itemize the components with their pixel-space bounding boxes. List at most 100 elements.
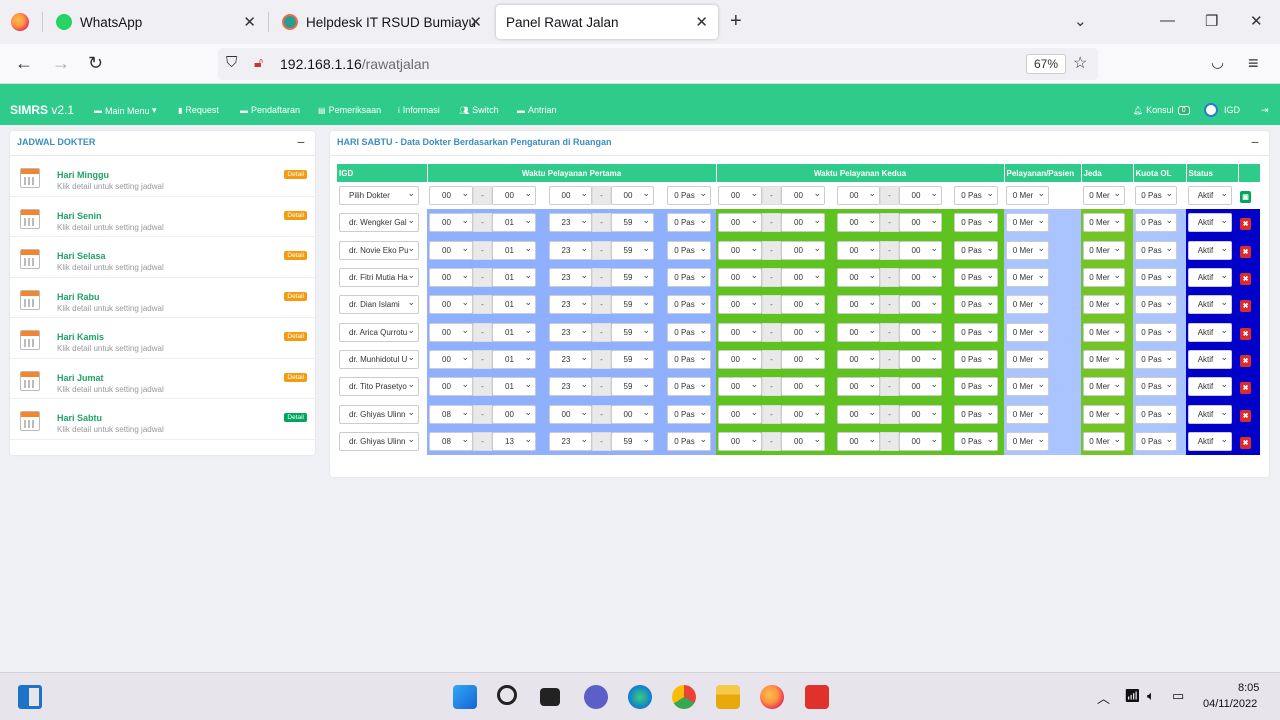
delete-icon[interactable]: ✖ <box>1240 327 1251 340</box>
select-field[interactable]: 23 <box>549 349 592 369</box>
select-field[interactable]: 0 Pas <box>1135 213 1177 233</box>
select-field[interactable]: 0 Mer <box>1083 322 1125 342</box>
select-field[interactable]: 00 <box>781 404 825 424</box>
menu-pendaftaran[interactable]: ▬ Pendaftaran <box>240 105 300 115</box>
select-field[interactable]: 00 <box>837 322 880 342</box>
select-field[interactable]: 0 Pas <box>1135 431 1177 451</box>
select-field[interactable]: 00 <box>781 295 825 315</box>
select-field[interactable]: 01 <box>492 213 536 233</box>
select-field[interactable]: 00 <box>899 240 942 260</box>
select-field[interactable]: 00 <box>837 186 880 206</box>
select-field[interactable]: 00 <box>837 404 880 424</box>
schedule-item[interactable]: Hari Selasa Klik detail untuk setting jad… <box>10 237 315 278</box>
select-field[interactable]: 0 Pas <box>667 213 711 233</box>
select-field[interactable]: dr. Ghiyas Ulinn <box>339 404 419 424</box>
select-field[interactable]: 59 <box>611 213 654 233</box>
select-field[interactable]: 0 Pas <box>954 322 998 342</box>
select-field[interactable]: 0 Pas <box>667 377 711 397</box>
select-field[interactable]: 0 Pas <box>954 186 998 206</box>
detail-button[interactable]: Detail <box>284 170 307 179</box>
select-field[interactable]: 0 Mer <box>1083 377 1125 397</box>
back-arrow-icon[interactable]: ← <box>15 53 33 74</box>
select-field[interactable]: 59 <box>611 240 654 260</box>
select-field[interactable]: 00 <box>429 377 473 397</box>
bookmark-star-icon[interactable]: ☆ <box>1073 53 1087 73</box>
select-field[interactable]: 23 <box>549 268 592 288</box>
select-field[interactable]: 00 <box>781 322 825 342</box>
select-field[interactable]: Pilih Dokter <box>339 186 419 206</box>
select-field[interactable]: 0 Mer <box>1006 268 1049 288</box>
konsul-menu[interactable]: 🔔︎ Konsul 0 <box>1133 105 1190 115</box>
select-field[interactable]: 0 Mer <box>1083 213 1125 233</box>
select-field[interactable]: 00 <box>718 268 762 288</box>
logout-icon[interactable]: ⇥ <box>1261 105 1269 116</box>
select-field[interactable]: 00 <box>718 322 762 342</box>
detail-button[interactable]: Detail <box>284 251 307 260</box>
select-field[interactable]: 0 Pas <box>667 240 711 260</box>
select-field[interactable]: 00 <box>549 186 592 206</box>
brand[interactable]: SIMRS v2.1 <box>10 103 74 117</box>
select-field[interactable]: 0 Mer <box>1083 240 1125 260</box>
select-field[interactable]: 00 <box>899 213 942 233</box>
edge-icon[interactable] <box>628 685 652 709</box>
select-field[interactable]: 0 Pas <box>954 213 998 233</box>
select-field[interactable]: 0 Mer <box>1006 431 1049 451</box>
select-field[interactable]: 0 Pas <box>667 322 711 342</box>
schedule-day[interactable]: Hari Kamis <box>57 332 104 342</box>
select-field[interactable]: 0 Mer <box>1083 268 1125 288</box>
select-field[interactable]: 00 <box>718 186 762 206</box>
select-field[interactable]: 00 <box>781 186 825 206</box>
select-field[interactable]: 0 Mer <box>1006 213 1049 233</box>
select-field[interactable]: dr. Arica Qurrotu <box>339 322 419 342</box>
select-field[interactable]: 0 Pas <box>954 268 998 288</box>
select-field[interactable]: 59 <box>611 349 654 369</box>
select-field[interactable]: 0 Mer <box>1083 404 1125 424</box>
select-field[interactable]: 01 <box>492 377 536 397</box>
select-field[interactable]: dr. Novie Eko Pu <box>339 240 419 260</box>
zoom-level[interactable]: 67% <box>1026 54 1067 74</box>
start-icon[interactable] <box>453 685 477 709</box>
schedule-item[interactable]: Hari Sabtu Klik detail untuk setting jadw… <box>10 399 315 440</box>
select-field[interactable]: 59 <box>611 322 654 342</box>
select-field[interactable]: 0 Pas <box>1135 295 1177 315</box>
widgets-icon[interactable] <box>18 685 42 709</box>
select-field[interactable]: dr. Ghiyas Ulinn <box>339 431 419 451</box>
schedule-item[interactable]: Hari Senin Klik detail untuk setting jadw… <box>10 197 315 237</box>
select-field[interactable]: 00 <box>429 295 473 315</box>
select-field[interactable]: 00 <box>781 268 825 288</box>
restore-button[interactable]: ❐ <box>1205 12 1218 30</box>
insecure-lock-icon[interactable]: 🔓︎ <box>254 54 263 71</box>
select-field[interactable]: 0 Pas <box>954 404 998 424</box>
select-field[interactable]: 0 Pas <box>667 431 711 451</box>
delete-icon[interactable]: ✖ <box>1240 245 1251 258</box>
select-field[interactable]: Aktif <box>1188 431 1232 451</box>
reload-icon[interactable]: ↻ <box>88 53 103 74</box>
hamburger-menu-icon[interactable]: ≡ <box>1248 53 1259 74</box>
clock-time[interactable]: 8:05 <box>1238 682 1259 694</box>
select-field[interactable]: 01 <box>492 322 536 342</box>
select-field[interactable]: 00 <box>718 213 762 233</box>
delete-icon[interactable]: ✖ <box>1240 436 1251 449</box>
select-field[interactable]: 0 Pas <box>1135 404 1177 424</box>
select-field[interactable]: Aktif <box>1188 349 1232 369</box>
select-field[interactable]: 00 <box>899 322 942 342</box>
select-field[interactable]: 00 <box>899 268 942 288</box>
select-field[interactable]: 00 <box>781 349 825 369</box>
minimize-panel-icon[interactable]: − <box>297 134 305 150</box>
schedule-item[interactable]: Hari Minggu Klik detail untuk setting jad… <box>10 156 315 197</box>
search-icon[interactable] <box>497 685 517 705</box>
menu-switch[interactable]: 👥︎ Switch <box>459 105 499 115</box>
select-field[interactable]: dr. Fitri Mutia Ha <box>339 268 419 288</box>
select-field[interactable]: Aktif <box>1188 377 1232 397</box>
delete-icon[interactable]: ✖ <box>1240 354 1251 367</box>
select-field[interactable]: Aktif <box>1188 404 1232 424</box>
menu-request[interactable]: ▮ Request <box>178 105 219 115</box>
select-field[interactable]: 00 <box>781 431 825 451</box>
select-field[interactable]: 00 <box>492 404 536 424</box>
select-field[interactable]: 59 <box>611 377 654 397</box>
schedule-day[interactable]: Hari Sabtu <box>57 413 102 423</box>
select-field[interactable]: 00 <box>718 240 762 260</box>
delete-icon[interactable]: ✖ <box>1240 273 1251 286</box>
select-field[interactable]: 08 <box>429 431 473 451</box>
tab-list-chevron-icon[interactable]: ⌄ <box>1074 12 1087 30</box>
